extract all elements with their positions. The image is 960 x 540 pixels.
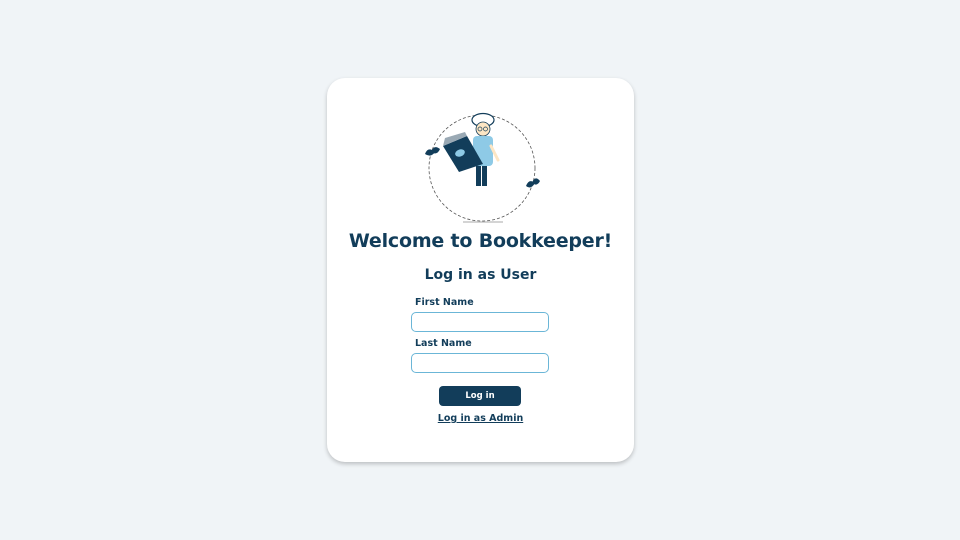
last-name-input[interactable] <box>411 353 549 373</box>
admin-login-link[interactable]: Log in as Admin <box>327 413 634 424</box>
first-name-input[interactable] <box>411 312 549 332</box>
person-reading-book-icon <box>421 112 543 224</box>
welcome-title: Welcome to Bookkeeper! <box>348 230 613 252</box>
first-name-label: First Name <box>415 297 474 308</box>
login-subtitle: Log in as User <box>424 267 537 283</box>
login-button[interactable]: Log in <box>439 386 521 406</box>
last-name-label: Last Name <box>415 338 472 349</box>
login-card: Welcome to Bookkeeper! Log in as User Fi… <box>327 78 634 462</box>
